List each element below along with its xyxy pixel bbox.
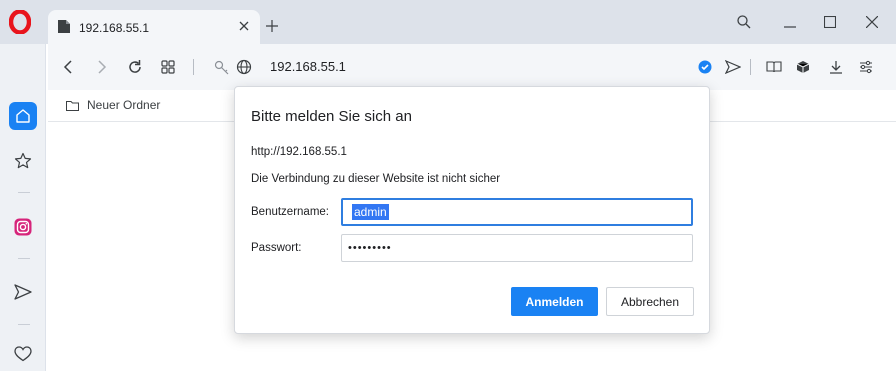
snapshot-box-icon[interactable] — [793, 57, 813, 77]
username-input[interactable]: admin — [341, 198, 693, 226]
easy-setup-icon[interactable] — [856, 57, 876, 77]
toolbar-divider — [193, 59, 194, 75]
address-bar: 192.168.55.1 — [48, 44, 896, 90]
search-tabs-icon[interactable] — [730, 12, 758, 32]
opera-logo-icon — [9, 10, 31, 34]
tab-title: 192.168.55.1 — [79, 21, 150, 35]
password-input[interactable]: ••••••••• — [341, 234, 693, 262]
tab-strip: 192.168.55.1 — [0, 0, 896, 44]
toolbar-divider — [750, 59, 751, 75]
dialog-origin: http://192.168.55.1 — [251, 146, 347, 158]
forward-icon[interactable] — [92, 57, 112, 77]
username-value: admin — [352, 204, 389, 220]
star-icon[interactable] — [9, 147, 37, 175]
send-icon[interactable] — [9, 278, 37, 306]
sidebar-divider — [18, 258, 30, 259]
home-icon[interactable] — [9, 102, 37, 130]
instagram-icon[interactable] — [9, 213, 37, 241]
reader-mode-icon[interactable] — [764, 57, 784, 77]
download-icon[interactable] — [826, 57, 846, 77]
reload-icon[interactable] — [125, 57, 145, 77]
maximize-icon[interactable] — [816, 12, 844, 32]
sidebar-divider — [18, 324, 30, 325]
close-window-icon[interactable] — [858, 12, 886, 32]
minimize-icon[interactable] — [776, 12, 804, 32]
username-label: Benutzername: — [251, 206, 329, 218]
sidebar-divider — [18, 192, 30, 193]
login-button[interactable]: Anmelden — [511, 287, 598, 316]
bookmark-folder-label: Neuer Ordner — [87, 98, 161, 112]
key-icon[interactable] — [212, 57, 232, 77]
login-dialog: Bitte melden Sie sich an http://192.168.… — [234, 86, 710, 334]
dialog-title: Bitte melden Sie sich an — [251, 108, 412, 125]
folder-icon — [66, 100, 79, 111]
sidebar — [0, 44, 46, 371]
plus-icon[interactable] — [262, 16, 282, 36]
insecure-connection-warning: Die Verbindung zu dieser Website ist nic… — [251, 173, 501, 185]
cancel-button[interactable]: Abbrechen — [606, 287, 694, 316]
close-icon[interactable] — [234, 16, 254, 36]
password-label: Passwort: — [251, 242, 302, 254]
opera-menu-button[interactable] — [6, 8, 34, 36]
back-icon[interactable] — [58, 57, 78, 77]
browser-tab[interactable]: 192.168.55.1 — [48, 10, 260, 44]
page-icon — [58, 20, 70, 33]
vpn-shield-icon[interactable] — [695, 57, 715, 77]
password-value: ••••••••• — [348, 242, 392, 254]
globe-icon[interactable] — [234, 57, 254, 77]
bookmark-folder[interactable]: Neuer Ordner — [66, 98, 160, 112]
send-icon[interactable] — [723, 57, 743, 77]
url-field[interactable]: 192.168.55.1 — [270, 59, 346, 74]
heart-icon[interactable] — [9, 340, 37, 368]
tabs-overview-icon[interactable] — [158, 57, 178, 77]
